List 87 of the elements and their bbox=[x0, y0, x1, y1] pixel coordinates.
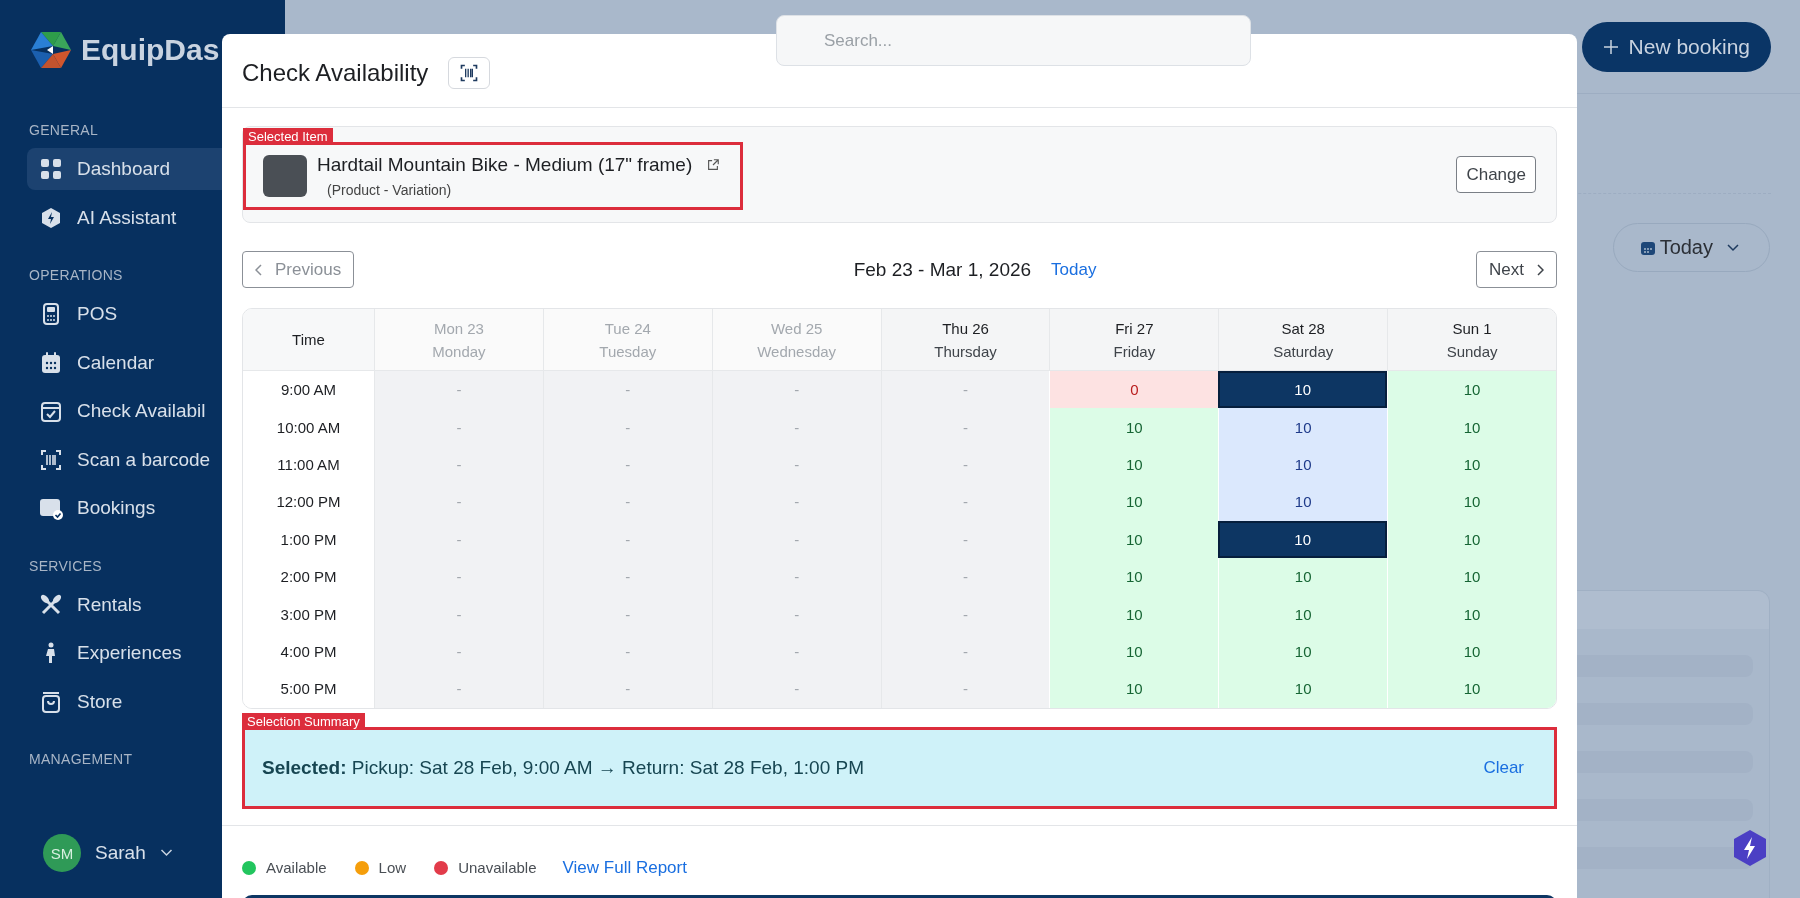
grid-icon bbox=[39, 157, 63, 181]
section-heading: MANAGEMENT bbox=[29, 751, 133, 767]
chevron-left-icon bbox=[255, 263, 263, 276]
slot-cell[interactable]: 10 bbox=[1218, 670, 1388, 708]
brand-name: EquipDas bbox=[81, 33, 220, 67]
slot-cell[interactable]: 10 bbox=[1387, 483, 1556, 521]
date-range: Feb 23 - Mar 1, 2026 bbox=[853, 258, 1032, 281]
slot-cell[interactable]: 10 bbox=[1387, 445, 1556, 484]
day-label: Wed 25 bbox=[770, 319, 823, 337]
column-header: Time bbox=[243, 309, 374, 371]
slot-cell[interactable]: 10 bbox=[1387, 520, 1556, 558]
slot-cell[interactable]: 10 bbox=[1387, 632, 1556, 671]
hexagon-bolt-icon bbox=[39, 205, 63, 230]
modal-title: Check Availability bbox=[242, 58, 429, 87]
slot-cell[interactable]: 10 bbox=[1218, 408, 1388, 446]
slot-cell[interactable]: 10 bbox=[1218, 595, 1388, 633]
chevron-down-icon bbox=[1727, 243, 1739, 252]
sidebar-item[interactable]: AI Assistant bbox=[27, 196, 285, 239]
barcode-scan-icon bbox=[39, 447, 63, 472]
summary-text: Selected: Pickup: Sat 28 Feb, 9:00 AM → Return: Sat 28 Feb, 1:00 PM bbox=[262, 756, 864, 779]
slot-cell[interactable]: 10 bbox=[1049, 670, 1219, 708]
search-field[interactable]: Search... bbox=[776, 15, 1251, 66]
weekday-label: Tuesday bbox=[599, 342, 657, 360]
weekday-label: Saturday bbox=[1273, 342, 1334, 360]
item-name: Hardtail Mountain Bike - Medium (17" frame) bbox=[317, 153, 693, 176]
slot-cell[interactable]: 10 bbox=[1218, 520, 1388, 558]
slot-cell[interactable]: 10 bbox=[1387, 595, 1556, 633]
scan-button[interactable] bbox=[448, 56, 491, 89]
avatar: SM bbox=[43, 834, 81, 872]
slot-cell[interactable]: 10 bbox=[1049, 520, 1219, 558]
new-booking-button[interactable]: New booking bbox=[1581, 22, 1771, 72]
next-button[interactable]: Next bbox=[1476, 251, 1557, 288]
plus-icon bbox=[1602, 39, 1619, 55]
calendar-icon bbox=[1639, 239, 1656, 256]
date-filter-dropdown[interactable]: Today bbox=[1612, 223, 1770, 272]
legend-label: Available bbox=[266, 859, 327, 876]
slot-cell[interactable]: 0 bbox=[1049, 371, 1219, 409]
day-label: Sat 28 bbox=[1281, 319, 1325, 337]
weekday-label: Wednesday bbox=[757, 342, 837, 360]
item-type: (Product - Variation) bbox=[326, 181, 453, 198]
calendar-icon bbox=[39, 350, 63, 375]
previous-button[interactable]: Previous bbox=[242, 251, 355, 288]
logo-icon bbox=[29, 30, 73, 70]
slot-cell[interactable]: 10 bbox=[1049, 445, 1219, 484]
weekday-label: Thursday bbox=[934, 342, 997, 360]
slot-cell[interactable]: 10 bbox=[1049, 408, 1219, 446]
slot-cell[interactable]: 10 bbox=[1049, 595, 1219, 633]
slot-cell[interactable]: 10 bbox=[1049, 557, 1219, 596]
legend-label: Unavailable bbox=[458, 859, 537, 876]
day-label: Fri 27 bbox=[1115, 319, 1154, 337]
slot-cell[interactable]: 10 bbox=[1049, 632, 1219, 671]
legend-label: Low bbox=[378, 859, 407, 876]
change-button[interactable]: Change bbox=[1456, 156, 1536, 193]
user-name[interactable]: Sarah bbox=[95, 842, 146, 864]
slot-cell[interactable]: 10 bbox=[1218, 557, 1388, 596]
day-label: Mon 23 bbox=[433, 319, 484, 337]
calendar-check-icon bbox=[39, 399, 63, 423]
chevron-right-icon bbox=[1536, 263, 1544, 276]
day-label: Tue 24 bbox=[604, 319, 651, 337]
weekday-label: Monday bbox=[432, 342, 486, 360]
view-report-link[interactable]: View Full Report bbox=[562, 857, 687, 878]
slot-cell[interactable]: 10 bbox=[1049, 483, 1219, 521]
day-label: Sun 1 bbox=[1452, 319, 1492, 337]
weekday-label: Friday bbox=[1113, 342, 1156, 360]
slot-cell[interactable]: 10 bbox=[1387, 408, 1556, 446]
slot-cell[interactable]: 10 bbox=[1387, 371, 1556, 409]
slot-cell[interactable]: 10 bbox=[1218, 483, 1388, 521]
bag-icon bbox=[39, 689, 63, 714]
slot-cell[interactable]: 10 bbox=[1387, 557, 1556, 596]
section-heading: OPERATIONS bbox=[29, 267, 123, 283]
chevron-down-icon[interactable] bbox=[159, 849, 173, 857]
slot-cell[interactable]: 10 bbox=[1218, 632, 1388, 671]
photo-placeholder bbox=[263, 154, 307, 197]
clear-link[interactable]: Clear bbox=[1483, 757, 1524, 778]
slot-cell[interactable]: 10 bbox=[1218, 371, 1388, 409]
barcode-scan-icon bbox=[459, 62, 480, 83]
section-heading: GENERAL bbox=[29, 122, 98, 138]
slot-cell[interactable]: 10 bbox=[1218, 445, 1388, 484]
slot-cell[interactable]: 10 bbox=[1387, 670, 1556, 708]
annotation-label: Selection Summary bbox=[242, 712, 365, 730]
external-link-icon[interactable] bbox=[706, 157, 721, 172]
annotation-label: Selected Item bbox=[243, 127, 333, 145]
today-link[interactable]: Today bbox=[1051, 259, 1097, 280]
weekday-label: Sunday bbox=[1446, 342, 1498, 360]
day-label: Thu 26 bbox=[942, 319, 989, 337]
calendar-check-icon bbox=[39, 496, 63, 520]
section-heading: SERVICES bbox=[29, 557, 102, 574]
